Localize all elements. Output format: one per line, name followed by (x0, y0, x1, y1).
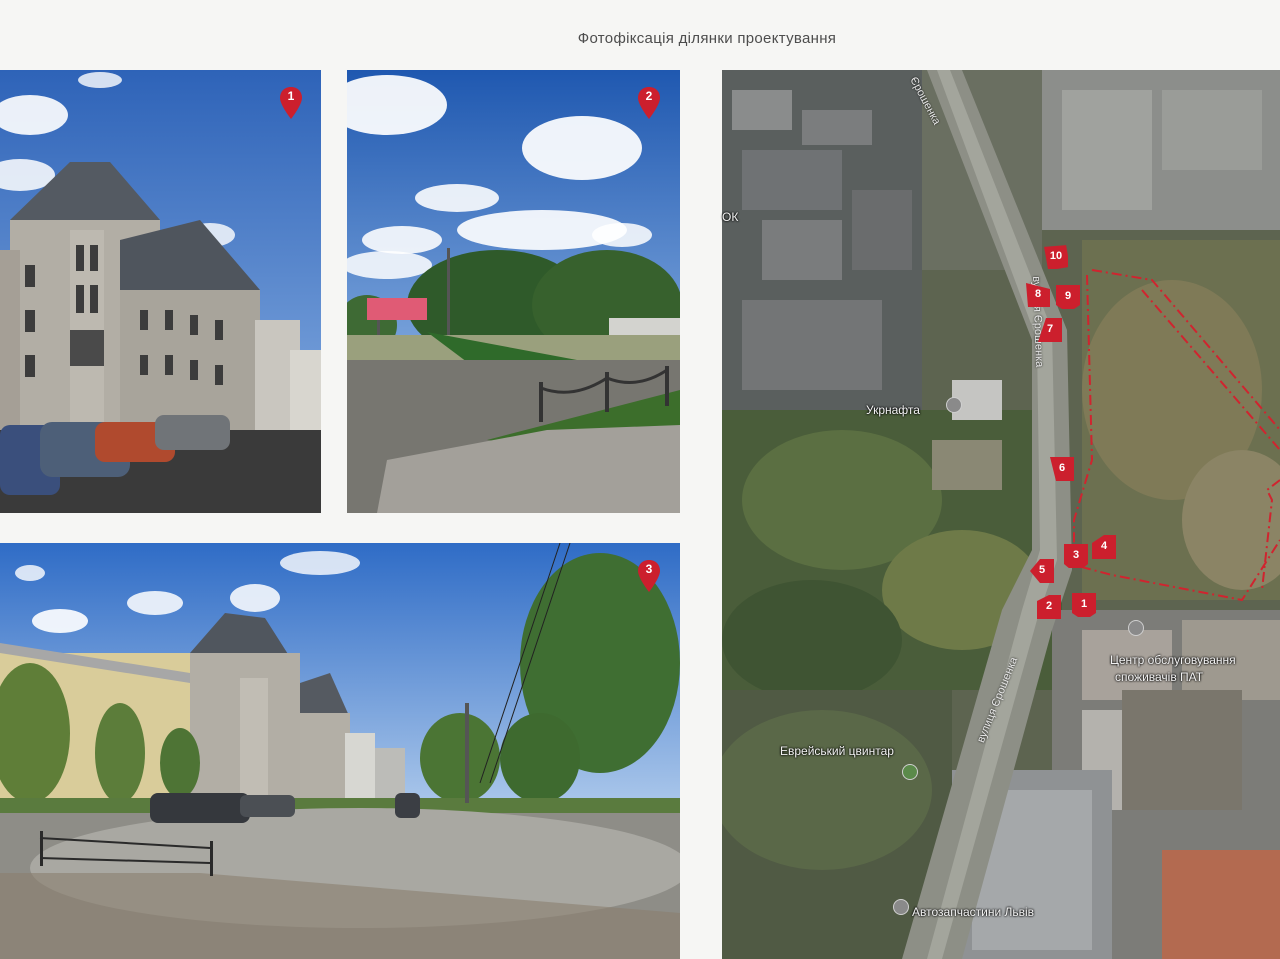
map-label-jewish-cemetery: Еврейський цвинтар (780, 744, 894, 758)
location-pin-icon (1128, 620, 1144, 636)
map-label-ok: ОК (722, 210, 739, 224)
map-label-service-center: Центр обслуговування (1110, 653, 1236, 667)
map-label-ukrnafta: Укрнафта (866, 403, 920, 417)
page-title: Фотофіксація ділянки проектування (577, 30, 837, 47)
map-marker-10: 10 (1044, 245, 1068, 269)
photo-1-marker: 1 (280, 87, 302, 119)
satellite-map (722, 70, 1280, 959)
photo-1-building (0, 70, 321, 513)
map-marker-6: 6 (1050, 457, 1074, 481)
photo-3-marker-number: 3 (645, 562, 653, 576)
park-pin-icon (902, 764, 918, 780)
map-label-auto-parts: Автозапчастини Львів (912, 905, 1035, 919)
photo-2-marker: 2 (638, 87, 660, 119)
map-marker-2: 2 (1037, 595, 1061, 619)
map-marker-7: 7 (1038, 318, 1062, 342)
photo-2-parking (347, 70, 680, 513)
map-marker-5: 5 (1030, 559, 1054, 583)
photo-3-marker: 3 (638, 560, 660, 592)
map-marker-3: 3 (1064, 544, 1088, 568)
photo-2-marker-number: 2 (645, 89, 653, 103)
map-marker-1: 1 (1072, 593, 1096, 617)
map-marker-8: 8 (1026, 283, 1050, 307)
map-marker-4: 4 (1092, 535, 1116, 559)
location-pin-icon (946, 397, 962, 413)
shop-pin-icon (893, 899, 909, 915)
photo-1-marker-number: 1 (287, 89, 295, 103)
map-label-service-center-2: споживачів ПАТ (1115, 670, 1204, 684)
map-marker-9: 9 (1056, 285, 1080, 309)
photo-3-panorama (0, 543, 680, 959)
